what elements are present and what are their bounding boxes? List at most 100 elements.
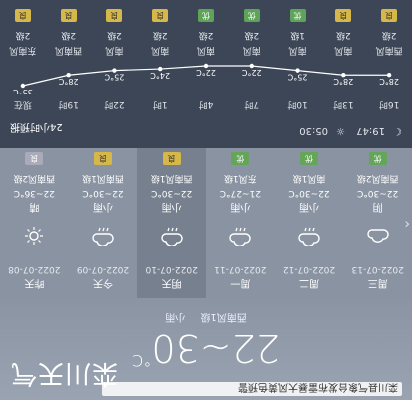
sunset-time: 19:47 (356, 125, 386, 136)
temperature-label: 22°C (241, 68, 261, 77)
air-quality-badge: 优 (300, 152, 318, 165)
hour-wind: 南风 (196, 45, 215, 55)
temperature-label: 28°C (58, 77, 78, 86)
cloud-icon (366, 226, 390, 246)
hour-wind: 东南风 (9, 45, 37, 55)
hour-label: 19时 (58, 99, 79, 109)
sun-icon (22, 226, 46, 246)
hour-detail: 西南风 2级 良 (366, 9, 412, 58)
current-summary: 西南风1级 小雨 (0, 311, 412, 326)
temperature-range: 22~30°C (0, 326, 412, 370)
day-temperature: 22~30°C (357, 188, 399, 198)
day-name: 周三 (367, 277, 388, 288)
hour-label: 16时 (378, 99, 400, 109)
temperature-label: 22°C (196, 68, 216, 77)
hour-wind-level: 2级 (107, 30, 122, 40)
hour-wind: 南风 (105, 45, 124, 55)
hour-wind: 南风 (334, 45, 353, 55)
temperature-unit: °C (132, 351, 152, 370)
day-wind: 西南风1级 (82, 173, 124, 183)
temperature-label: 24°C (150, 71, 170, 80)
hour-detail: 南风 2级 良 (92, 9, 138, 58)
temperature-value: 22~30 (151, 326, 280, 370)
hourly-title: 24小时预报 (10, 121, 63, 132)
forecast-day[interactable]: 周三 2022-07-13 阴 22~30°C 西南风2级 优 (343, 148, 412, 298)
day-condition: 阴 (372, 201, 383, 212)
hourly-forecast-panel: 24小时预报 ☾19:47 ☼05:30 16时 13时 10时 7时 4时 1时 22时 1… (0, 0, 412, 148)
sunrise-icon: ☼ (336, 125, 346, 136)
day-date: 2022-07-11 (214, 264, 267, 274)
day-wind: 东风1级 (223, 173, 257, 183)
forecast-day[interactable]: 今天 2022-07-09 小雨 22~30°C 西南风1级 良 (69, 148, 138, 298)
sun-times: ☾ 19:47 ☼ 05:30 (291, 125, 402, 136)
temperature-label: 25°C (104, 73, 124, 82)
daily-forecast: 周三 2022-07-13 阴 22~30°C 西南风2级 优周二 2022-07-12 小雨… (0, 148, 412, 298)
hour-label: 现在 (13, 99, 32, 109)
forecast-day[interactable]: 明天 2022-07-10 小雨 22~30°C 西南风1级 良 (137, 148, 206, 298)
hour-label: 7时 (244, 99, 260, 109)
day-wind: 西南风2级 (356, 173, 399, 183)
forecast-day[interactable]: 周二 2022-07-12 小雨 22~30°C 南风1级 优 (275, 148, 344, 298)
day-temperature: 21~27°C (219, 188, 261, 198)
hour-wind: 西南风 (55, 45, 83, 55)
day-date: 2022-07-13 (351, 264, 404, 274)
day-wind: 西南风1级 (150, 173, 193, 183)
air-quality-badge: 优 (289, 9, 306, 22)
day-wind: 西南风2级 (13, 173, 56, 183)
rain-cloud-icon (297, 226, 321, 247)
warning-headline[interactable]: 栾川县气象台发布雷暴大风黄色预警 (102, 382, 402, 396)
air-quality-badge: 良 (152, 9, 169, 22)
rain-cloud-icon (160, 226, 184, 247)
temperature-label: 35°C (13, 88, 33, 94)
forecast-day[interactable]: 周一 2022-07-11 小雨 21~27°C 东风1级 优 (206, 148, 275, 298)
air-quality-badge: 良 (106, 9, 123, 22)
hour-wind-level: 1级 (290, 30, 305, 40)
day-condition: 小雨 (161, 201, 182, 212)
day-temperature: 22~30°C (151, 188, 193, 198)
hour-wind-level: 2级 (152, 30, 168, 40)
day-date: 2022-07-10 (145, 264, 198, 274)
air-quality-badge: 优 (197, 9, 214, 22)
hour-wind-level: 2级 (15, 30, 31, 40)
day-name: 明天 (161, 277, 182, 288)
air-quality-badge: 良 (162, 152, 181, 165)
day-condition: 小雨 (299, 201, 319, 212)
day-temperature: 22~36°C (13, 188, 55, 198)
temperature-label: 28°C (379, 77, 399, 86)
hour-wind-level: 2级 (244, 30, 260, 40)
hour-wind: 西南风 (375, 45, 403, 55)
hour-wind-level: 2级 (198, 30, 214, 40)
hour-labels: 16时 13时 10时 7时 4时 1时 22时 19时 现在 (0, 99, 412, 112)
hour-label: 1时 (152, 99, 168, 109)
hour-wind-level: 2级 (335, 30, 351, 40)
air-quality-badge: 优 (231, 152, 250, 165)
hour-label: 22时 (104, 99, 125, 109)
hourly-temperature-curve: 28°C 28°C 25°C 22°C 22°C 24°C 25°C 28°C 35°C (13, 63, 399, 94)
hour-detail: 南风 2级 良 (137, 9, 183, 58)
air-quality-badge: 优 (368, 152, 387, 165)
day-date: 2022-07-12 (282, 264, 336, 274)
temperature-label: 28°C (333, 77, 353, 86)
hour-detail: 东南风 2级 良 (0, 9, 46, 58)
air-quality-badge: 良 (381, 9, 398, 22)
day-condition: 小雨 (92, 201, 113, 212)
day-date: 2022-07-09 (76, 264, 130, 274)
hour-wind-level: 2级 (61, 30, 77, 40)
hourly-header: 24小时预报 ☾ 19:47 ☼ 05:30 (0, 120, 412, 136)
rain-cloud-icon (91, 226, 115, 247)
day-temperature: 22~30°C (288, 188, 330, 198)
day-name: 昨天 (24, 277, 45, 288)
air-quality-badge: 良 (93, 152, 112, 165)
hour-wind: 南风 (288, 45, 307, 55)
hour-detail: 南风 2级 优 (229, 9, 275, 58)
day-condition: 小雨 (230, 201, 251, 212)
hour-detail: 南风 2级 优 (183, 9, 229, 58)
chevron-left-icon[interactable]: ‹ (404, 216, 410, 232)
day-name: 周一 (230, 277, 251, 288)
forecast-day[interactable]: 昨天 2022-07-08 晴 22~36°C 西南风2级 良 (0, 148, 69, 298)
day-date: 2022-07-08 (8, 264, 61, 274)
air-quality-badge: 良 (60, 9, 77, 22)
sunset-icon: ☾ (393, 125, 402, 136)
current-wind: 西南风1级 (200, 311, 247, 322)
hour-wind: 南风 (151, 45, 170, 55)
